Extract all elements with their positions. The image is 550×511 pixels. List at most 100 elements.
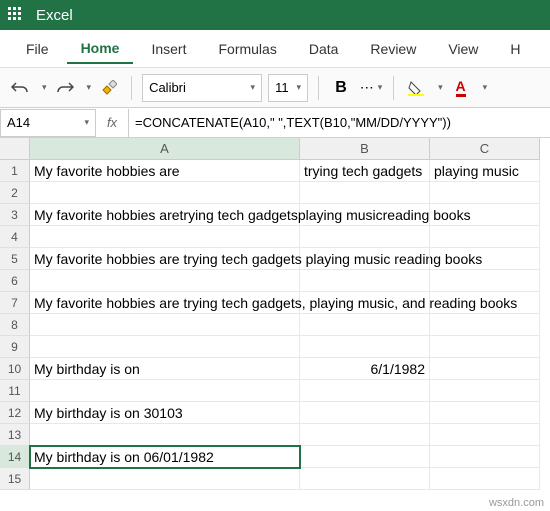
undo-chevron-icon[interactable]: ▾ xyxy=(42,82,47,93)
row-head[interactable]: 9 xyxy=(0,336,30,358)
cell[interactable] xyxy=(30,182,300,204)
more-font-icon[interactable]: ⋯▾ xyxy=(359,76,383,100)
cell[interactable] xyxy=(300,182,430,204)
cell[interactable] xyxy=(300,446,430,468)
font-name-select[interactable]: Calibri ▾ xyxy=(142,74,262,102)
tab-formulas[interactable]: Formulas xyxy=(204,35,290,63)
row-head[interactable]: 11 xyxy=(0,380,30,402)
font-color-icon[interactable]: A xyxy=(449,76,473,100)
cell[interactable] xyxy=(300,292,430,314)
chevron-down-icon: ▾ xyxy=(297,82,302,93)
redo-icon[interactable] xyxy=(53,76,77,100)
row-head[interactable]: 4 xyxy=(0,226,30,248)
cell[interactable] xyxy=(300,424,430,446)
spreadsheet-grid: A B C 1 My favorite hobbies are trying t… xyxy=(0,138,550,490)
row-head[interactable]: 5 xyxy=(0,248,30,270)
row-head[interactable]: 6 xyxy=(0,270,30,292)
cell[interactable] xyxy=(300,226,430,248)
bold-icon[interactable]: B xyxy=(329,76,353,100)
cell-A12[interactable]: My birthday is on 30103 xyxy=(30,402,300,424)
cell[interactable] xyxy=(430,380,540,402)
cell[interactable] xyxy=(300,468,430,490)
formula-bar[interactable]: =CONCATENATE(A10," ",TEXT(B10,"MM/DD/YYY… xyxy=(128,109,550,137)
cell[interactable] xyxy=(430,402,540,424)
ribbon-toolbar: ▾ ▾ Calibri ▾ 11 ▾ B ⋯▾ ▾ A ▾ xyxy=(0,68,550,108)
cell-B10[interactable]: 6/1/1982 xyxy=(300,358,430,380)
row-head[interactable]: 10 xyxy=(0,358,30,380)
cell[interactable] xyxy=(430,468,540,490)
cell-A1[interactable]: My favorite hobbies are xyxy=(30,160,300,182)
fill-chevron-icon[interactable]: ▾ xyxy=(438,82,443,93)
row-head[interactable]: 8 xyxy=(0,314,30,336)
cell[interactable] xyxy=(430,182,540,204)
row-head[interactable]: 7 xyxy=(0,292,30,314)
font-size-select[interactable]: 11 ▾ xyxy=(268,74,308,102)
divider xyxy=(318,76,319,100)
tab-insert[interactable]: Insert xyxy=(137,35,200,63)
watermark: wsxdn.com xyxy=(489,497,544,509)
cell[interactable] xyxy=(430,424,540,446)
cell[interactable] xyxy=(430,226,540,248)
name-box-value: A14 xyxy=(7,115,30,130)
fx-label[interactable]: fx xyxy=(96,115,128,130)
row-head[interactable]: 14 xyxy=(0,446,30,468)
cell[interactable] xyxy=(300,314,430,336)
tab-review[interactable]: Review xyxy=(356,35,430,63)
tab-home[interactable]: Home xyxy=(67,34,134,64)
row-head[interactable]: 13 xyxy=(0,424,30,446)
divider xyxy=(131,76,132,100)
cell[interactable] xyxy=(300,248,430,270)
cell-A14[interactable]: My birthday is on 06/01/1982 xyxy=(30,446,300,468)
format-painter-icon[interactable] xyxy=(97,76,121,100)
cell[interactable] xyxy=(430,204,540,226)
cell[interactable] xyxy=(30,226,300,248)
row-head[interactable]: 2 xyxy=(0,182,30,204)
cell[interactable] xyxy=(430,358,540,380)
cell-A10[interactable]: My birthday is on xyxy=(30,358,300,380)
tab-data[interactable]: Data xyxy=(295,35,353,63)
cell[interactable] xyxy=(430,292,540,314)
tab-file[interactable]: File xyxy=(12,35,63,63)
cell[interactable] xyxy=(300,336,430,358)
redo-chevron-icon[interactable]: ▾ xyxy=(87,82,92,93)
divider xyxy=(393,76,394,100)
cell[interactable] xyxy=(300,204,430,226)
row-head[interactable]: 15 xyxy=(0,468,30,490)
cell-A3[interactable]: My favorite hobbies aretrying tech gadge… xyxy=(30,204,300,226)
cell[interactable] xyxy=(430,270,540,292)
col-head-A[interactable]: A xyxy=(30,138,300,160)
cell[interactable] xyxy=(30,270,300,292)
cell[interactable] xyxy=(430,248,540,270)
cell-A5[interactable]: My favorite hobbies are trying tech gadg… xyxy=(30,248,300,270)
cell[interactable] xyxy=(300,270,430,292)
cell[interactable] xyxy=(30,336,300,358)
name-box[interactable]: A14 ▾ xyxy=(0,109,96,137)
app-name: Excel xyxy=(36,7,73,24)
col-head-B[interactable]: B xyxy=(300,138,430,160)
row-head[interactable]: 1 xyxy=(0,160,30,182)
cell-A7[interactable]: My favorite hobbies are trying tech gadg… xyxy=(30,292,300,314)
cell[interactable] xyxy=(430,336,540,358)
font-color-chevron-icon[interactable]: ▾ xyxy=(483,82,488,93)
cell-C1[interactable]: playing music xyxy=(430,160,540,182)
tab-extra[interactable]: H xyxy=(496,35,534,63)
cell[interactable] xyxy=(430,446,540,468)
ribbon-tabs: File Home Insert Formulas Data Review Vi… xyxy=(0,30,550,68)
row-head[interactable]: 12 xyxy=(0,402,30,424)
undo-icon[interactable] xyxy=(8,76,32,100)
cell[interactable] xyxy=(430,314,540,336)
tab-view[interactable]: View xyxy=(434,35,492,63)
select-all-corner[interactable] xyxy=(0,138,30,160)
cell[interactable] xyxy=(300,402,430,424)
cell[interactable] xyxy=(30,380,300,402)
row-head[interactable]: 3 xyxy=(0,204,30,226)
cell[interactable] xyxy=(30,424,300,446)
cell[interactable] xyxy=(30,314,300,336)
app-launcher-icon[interactable] xyxy=(8,7,24,23)
cell-B1[interactable]: trying tech gadgets xyxy=(300,160,430,182)
fill-color-icon[interactable] xyxy=(404,76,428,100)
col-head-C[interactable]: C xyxy=(430,138,540,160)
cell[interactable] xyxy=(300,380,430,402)
chevron-down-icon: ▾ xyxy=(84,117,89,128)
cell[interactable] xyxy=(30,468,300,490)
